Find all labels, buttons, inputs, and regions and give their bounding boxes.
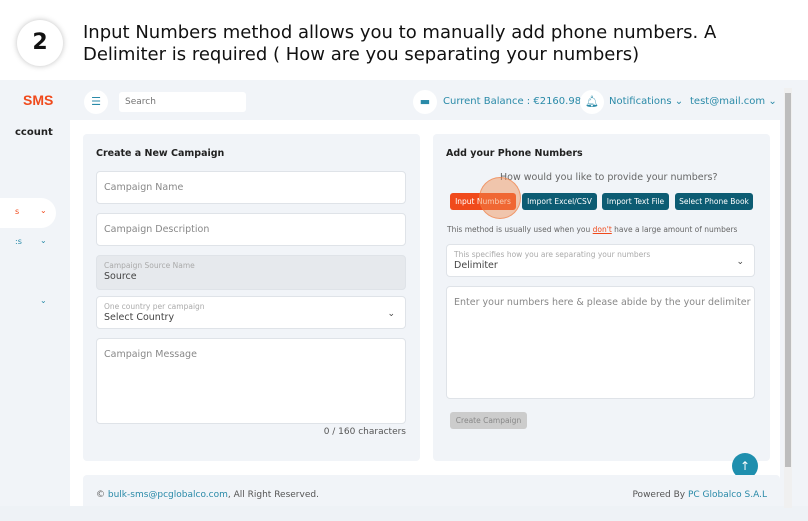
campaign-source-input: Campaign Source Name Source: [96, 255, 406, 290]
campaign-message-textarea[interactable]: Campaign Message: [96, 338, 406, 424]
click-indicator: [479, 177, 521, 219]
field-label: One country per campaign: [104, 302, 205, 311]
hamburger-icon: ☰: [91, 95, 101, 108]
instruction-text: Input Numbers method allows you to manua…: [83, 22, 717, 65]
phone-numbers-textarea[interactable]: Enter your numbers here & please abide b…: [446, 286, 755, 399]
field-label: This specifies how you are separating yo…: [454, 250, 651, 259]
sidebar-account[interactable]: ccount: [15, 127, 53, 138]
instruction-banner: 2 Input Numbers method allows you to man…: [0, 0, 808, 80]
field-value: Select Country: [104, 312, 175, 323]
character-count: 0 / 160 characters: [323, 427, 406, 437]
bell-icon[interactable]: 🔔︎: [580, 90, 604, 114]
field-value: Source: [104, 271, 137, 282]
phone-numbers-card: Add your Phone Numbers How would you lik…: [433, 134, 770, 461]
chevron-down-icon: ⌄: [674, 96, 684, 107]
hint-emphasis: don't: [592, 225, 612, 234]
menu-toggle-button[interactable]: ☰: [84, 90, 108, 114]
user-menu[interactable]: test@mail.com ⌄: [690, 96, 777, 107]
chevron-down-icon: ⌄: [387, 309, 395, 319]
footer: © bulk-sms@pcglobalco.com, All Right Res…: [83, 475, 780, 506]
notifications-dropdown[interactable]: Notifications ⌄: [609, 96, 683, 107]
card-title: Create a New Campaign: [96, 148, 225, 159]
app: SMS ccount s⌄ :s⌄ ⌄ ☰ ▬ Current Balance …: [0, 80, 808, 506]
arrow-up-icon: ↑: [739, 459, 751, 473]
sidebar-item-active[interactable]: s ⌄: [0, 198, 56, 228]
step-badge: 2: [17, 20, 63, 66]
email-link[interactable]: bulk-sms@pcglobalco.com: [108, 490, 228, 500]
scrollbar[interactable]: [784, 88, 792, 508]
hint-text: This method is usually used when you: [447, 225, 593, 234]
campaign-name-input[interactable]: Campaign Name: [96, 171, 406, 204]
powered-by: Powered By PC Globalco S.A.L: [632, 490, 767, 500]
country-select[interactable]: One country per campaign Select Country ⌄: [96, 296, 406, 329]
logo: SMS: [23, 92, 54, 108]
chevron-down-icon: ⌄: [40, 296, 47, 305]
company-link[interactable]: PC Globalco S.A.L: [688, 490, 767, 500]
chevron-down-icon: ⌄: [736, 257, 744, 267]
select-phone-book-button[interactable]: Select Phone Book: [675, 193, 753, 210]
sidebar-item[interactable]: ⌄: [0, 288, 56, 318]
import-text-file-button[interactable]: Import Text File: [602, 193, 669, 210]
create-campaign-card: Create a New Campaign Campaign Name Camp…: [83, 134, 420, 461]
main-content: Create a New Campaign Campaign Name Camp…: [70, 120, 780, 506]
powered-text: Powered By: [632, 490, 688, 500]
chevron-down-icon: ⌄: [40, 206, 47, 215]
method-question: How would you like to provide your numbe…: [500, 172, 718, 183]
chevron-down-icon: ⌄: [768, 96, 777, 107]
method-hint: This method is usually used when you don…: [447, 225, 737, 234]
chevron-down-icon: ⌄: [40, 236, 47, 245]
placeholder: Campaign Name: [104, 182, 184, 193]
wallet-icon: ▬: [413, 90, 437, 114]
current-balance: Current Balance : €2160.98: [443, 96, 582, 107]
field-value: Delimiter: [454, 260, 498, 271]
card-title: Add your Phone Numbers: [446, 148, 583, 159]
notifications-label: Notifications: [609, 96, 672, 107]
field-label: Campaign Source Name: [104, 261, 195, 270]
sidebar-item-label: s: [15, 207, 20, 216]
copyright-symbol: ©: [96, 490, 108, 500]
sidebar-item-label: :s: [15, 237, 22, 246]
import-excel-button[interactable]: Import Excel/CSV: [522, 193, 597, 210]
user-email: test@mail.com: [690, 96, 766, 107]
sidebar-item[interactable]: :s ⌄: [0, 228, 56, 258]
campaign-description-input[interactable]: Campaign Description: [96, 213, 406, 246]
create-campaign-button[interactable]: Create Campaign: [450, 412, 527, 429]
hint-text: have a large amount of numbers: [611, 225, 738, 234]
placeholder: Campaign Description: [104, 224, 210, 235]
placeholder: Enter your numbers here & please abide b…: [454, 297, 751, 308]
delimiter-select[interactable]: This specifies how you are separating yo…: [446, 244, 755, 277]
scrollbar-thumb[interactable]: [785, 93, 791, 467]
placeholder: Campaign Message: [104, 349, 197, 360]
rights-text: , All Right Reserved.: [227, 490, 319, 500]
search-input[interactable]: [119, 92, 246, 112]
copyright: © bulk-sms@pcglobalco.com, All Right Res…: [96, 490, 319, 500]
